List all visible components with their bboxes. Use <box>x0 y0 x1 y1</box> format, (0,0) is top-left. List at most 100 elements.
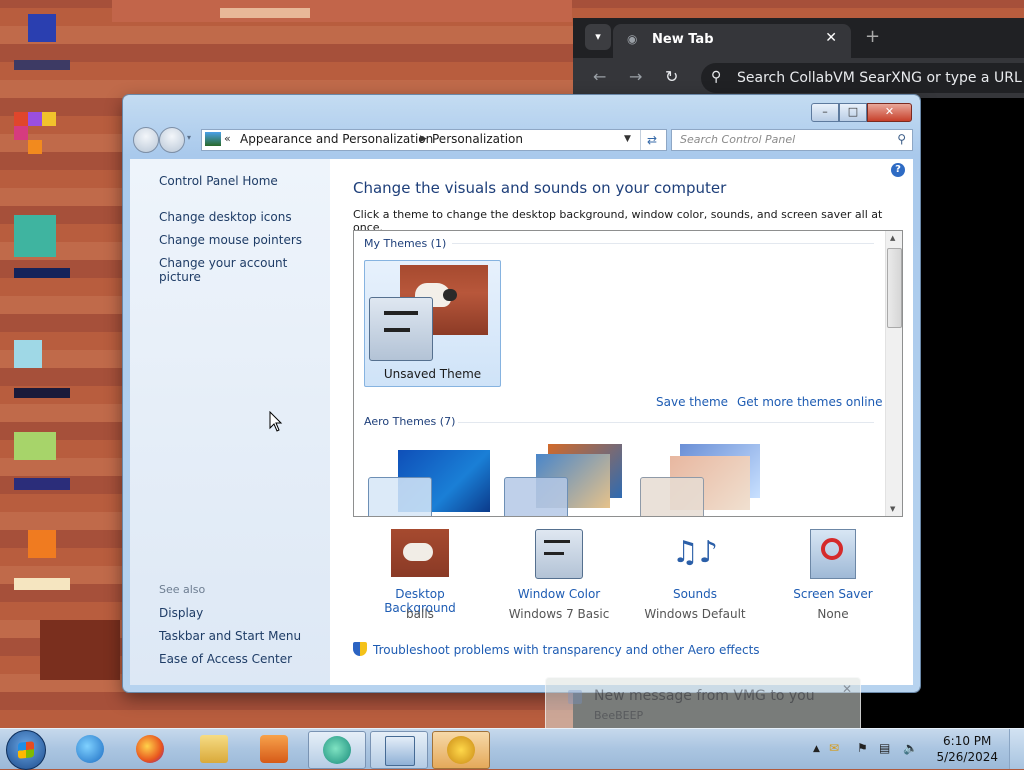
control-panel-icon <box>385 736 415 766</box>
chevron-left-icon: « <box>224 132 231 145</box>
recent-pages-icon[interactable]: ▾ <box>187 133 191 142</box>
forward-button[interactable] <box>159 127 185 153</box>
preview-bar <box>384 328 410 332</box>
divider <box>458 422 874 423</box>
caption-buttons: – □ ✕ <box>811 103 912 122</box>
omnibox-placeholder: Search CollabVM SearXNG or type a URL <box>737 70 1022 86</box>
address-dropdown-icon[interactable]: ▼ <box>624 134 631 144</box>
main-content: ? Change the visuals and sounds on your … <box>330 159 913 685</box>
message-tray-icon[interactable]: ✉ <box>829 741 839 755</box>
start-button[interactable] <box>6 730 46 770</box>
desktop-background-value: balls <box>406 607 434 621</box>
media-player-icon <box>260 735 288 763</box>
close-button[interactable]: ✕ <box>867 103 912 122</box>
show-hidden-icons[interactable]: ▲ <box>813 744 820 754</box>
my-themes-header: My Themes (1) <box>364 237 447 250</box>
mouse-cursor <box>269 410 283 436</box>
show-desktop-button[interactable] <box>1009 729 1024 769</box>
back-icon[interactable]: ← <box>593 67 606 86</box>
notification-sender: BeeBEEP <box>594 709 644 722</box>
taskbar-collabvm[interactable] <box>308 731 366 769</box>
breadcrumb-personalization[interactable]: Personalization <box>432 132 523 146</box>
aero-themes-header: Aero Themes (7) <box>364 415 456 428</box>
window-preview-icon <box>640 477 704 516</box>
change-account-picture-link[interactable]: Change your account picture <box>159 256 330 284</box>
browser-tab[interactable]: ◉ New Tab ✕ <box>613 24 851 58</box>
search-icon: ⚲ <box>711 69 722 85</box>
window-color-value: Windows 7 Basic <box>508 607 610 621</box>
screen-saver-item[interactable]: Screen Saver None <box>773 529 893 621</box>
reload-icon[interactable]: ↻ <box>665 67 678 86</box>
window-color-item[interactable]: Window Color Windows 7 Basic <box>499 529 619 621</box>
minimize-button[interactable]: – <box>811 103 839 122</box>
troubleshoot-text: Troubleshoot problems with transparency … <box>373 643 760 657</box>
change-desktop-icons-link[interactable]: Change desktop icons <box>159 210 292 224</box>
navigation-bar: ▾ « Appearance and Personalization ▶ Per… <box>131 127 913 153</box>
firefox-icon <box>136 735 164 763</box>
preview-bar <box>544 552 564 555</box>
close-icon[interactable]: ✕ <box>842 682 852 696</box>
screen-saver-value: None <box>817 607 849 621</box>
sounds-item[interactable]: ♫♪ Sounds Windows Default <box>635 529 755 621</box>
action-center-flag-icon[interactable]: ⚑ <box>857 741 868 755</box>
taskbar-media-player[interactable] <box>246 731 302 767</box>
taskbar-explorer[interactable] <box>186 731 242 767</box>
browser-toolbar: ← → ↻ ⚲ Search CollabVM SearXNG or type … <box>573 58 1024 98</box>
tab-search-button[interactable]: ▾ <box>585 24 611 50</box>
save-theme-link[interactable]: Save theme <box>656 395 728 409</box>
preview-bar <box>544 540 570 543</box>
sidebar: Control Panel Home Change desktop icons … <box>130 159 330 685</box>
unsaved-theme-label: Unsaved Theme <box>383 367 482 381</box>
preview-bar <box>384 311 418 315</box>
ease-of-access-link[interactable]: Ease of Access Center <box>159 652 292 666</box>
get-more-themes-link[interactable]: Get more themes online <box>737 395 883 409</box>
personalization-window: – □ ✕ ▾ « Appearance and Personalization… <box>123 95 920 692</box>
address-bar[interactable]: « Appearance and Personalization ▶ Perso… <box>201 129 667 151</box>
network-icon[interactable]: ▤ <box>879 741 890 755</box>
unsaved-theme-tile[interactable]: Unsaved Theme <box>364 260 501 387</box>
tab-close-icon[interactable]: ✕ <box>825 30 837 46</box>
control-panel-home-link[interactable]: Control Panel Home <box>159 174 278 188</box>
volume-muted-icon[interactable]: 🔈 <box>903 741 918 755</box>
clock[interactable]: 6:10 PM 5/26/2024 <box>936 733 998 765</box>
search-box[interactable]: Search Control Panel ⚲ <box>671 129 913 151</box>
display-link[interactable]: Display <box>159 606 203 620</box>
themes-scrollbar[interactable]: ▲ ▼ <box>885 231 902 516</box>
sounds-label: Sounds <box>672 587 718 601</box>
cat-image <box>403 543 433 561</box>
scroll-thumb[interactable] <box>887 248 902 328</box>
scroll-up-icon[interactable]: ▲ <box>890 234 895 242</box>
clock-date: 5/26/2024 <box>936 750 998 764</box>
troubleshoot-link[interactable]: Troubleshoot problems with transparency … <box>353 642 760 657</box>
taskbar-internet-explorer[interactable] <box>62 731 118 767</box>
back-button[interactable] <box>133 127 159 153</box>
browser-tabbar: ▾ ◉ New Tab ✕ + <box>573 18 1024 58</box>
desktop-background-icon <box>391 529 449 577</box>
help-icon[interactable]: ? <box>891 163 905 177</box>
theme-list: My Themes (1) Unsaved Theme Save theme G… <box>353 230 903 517</box>
taskbar-start-menu-link[interactable]: Taskbar and Start Menu <box>159 629 301 643</box>
taskbar-control-panel[interactable] <box>370 731 428 769</box>
taskbar-beebeep[interactable] <box>432 731 490 769</box>
sounds-icon: ♫♪ <box>671 535 719 570</box>
refresh-button[interactable]: ⇄ <box>640 130 663 150</box>
globe-icon: ◉ <box>627 32 638 46</box>
notification-balloon[interactable]: New message from VMG to you BeeBEEP ✕ <box>545 677 861 732</box>
screen-saver-label: Screen Saver <box>793 587 873 601</box>
omnibox[interactable]: ⚲ Search CollabVM SearXNG or type a URL <box>701 63 1024 93</box>
windows-logo-icon <box>18 741 34 759</box>
divider <box>452 243 874 244</box>
change-mouse-pointers-link[interactable]: Change mouse pointers <box>159 233 302 247</box>
scroll-down-icon[interactable]: ▼ <box>890 505 895 513</box>
search-placeholder: Search Control Panel <box>680 133 796 146</box>
breadcrumb-appearance[interactable]: Appearance and Personalization <box>240 132 433 146</box>
sounds-value: Windows Default <box>644 607 746 621</box>
desktop-background-item[interactable]: Desktop Background balls <box>360 529 480 621</box>
maximize-button[interactable]: □ <box>839 103 867 122</box>
new-tab-icon[interactable]: + <box>865 26 880 47</box>
taskbar-firefox[interactable] <box>122 731 178 767</box>
taskbar: ▲ ✉ ⚑ ▤ 🔈 6:10 PM 5/26/2024 <box>0 728 1024 770</box>
forward-icon[interactable]: → <box>629 67 642 86</box>
breadcrumb-arrow-icon[interactable]: ▶ <box>420 134 427 144</box>
cat-spot <box>443 289 457 301</box>
